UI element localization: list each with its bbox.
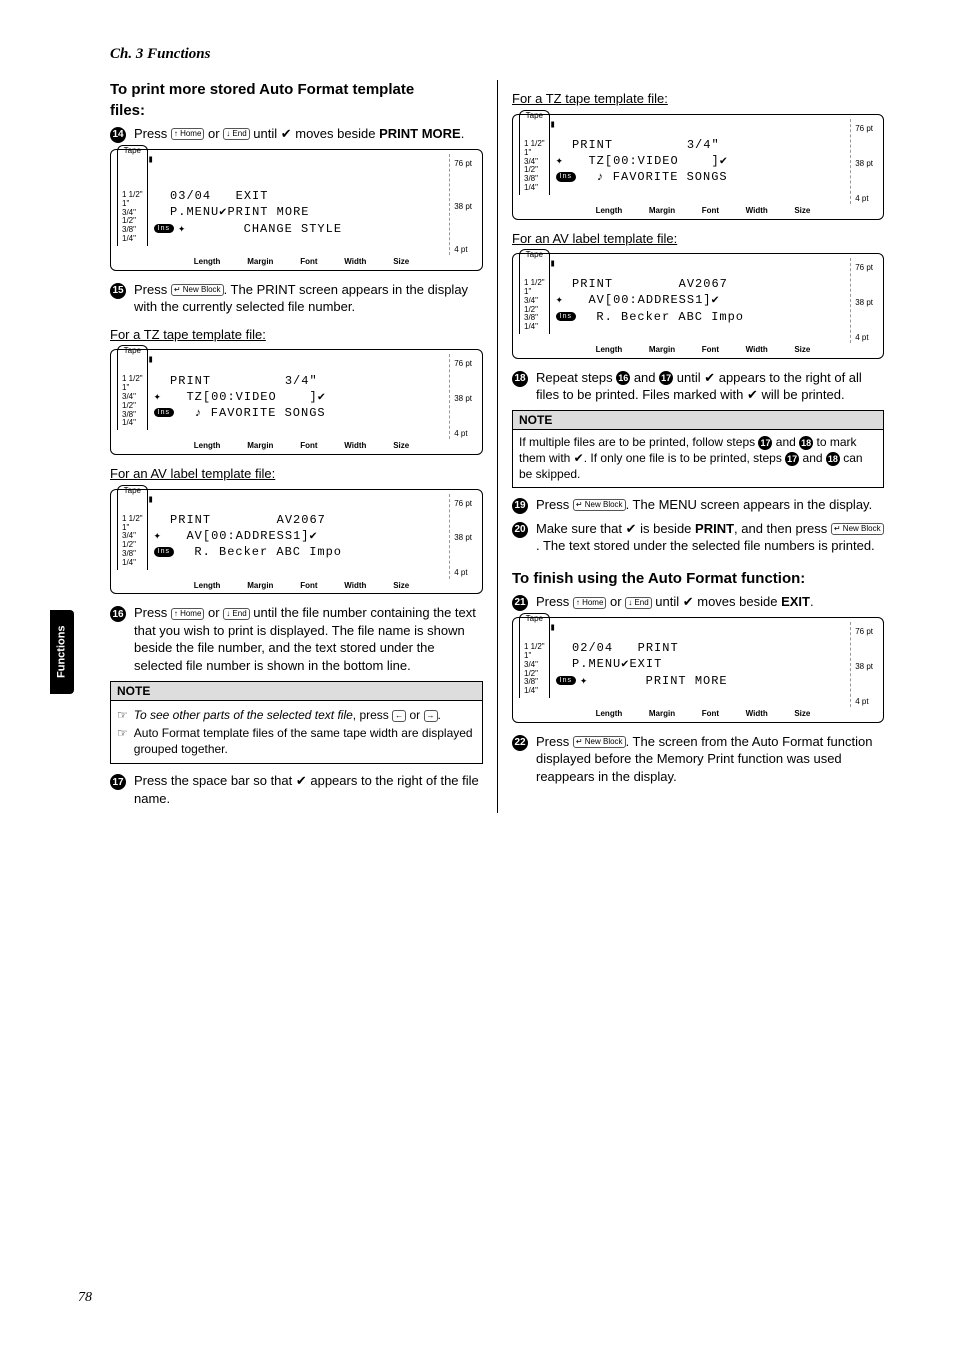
step-21-num: 21 [512,595,528,611]
step-19-text: Press ↵ New Block. The MENU screen appea… [536,496,872,514]
step-20-text: Make sure that ✔ is beside PRINT, and th… [536,520,884,555]
chapter-header: Ch. 3 Functions [110,44,884,64]
return-key-icon: ↵ New Block [573,499,626,511]
step-17-text: Press the space bar so that ✔ appears to… [134,772,483,807]
home-key-icon: ↑ Home [171,608,205,620]
subhead-av: For an AV label template file: [110,465,483,483]
step-22-text: Press ↵ New Block. The screen from the A… [536,733,884,786]
lcd-screen-tz: Tape1 1/2"1"3/4"1/2"3/8"1/4" ▮ PRINT 3/4… [110,349,483,455]
end-key-icon: ↓ End [223,608,249,620]
side-tab: Functions [50,610,74,694]
step-16-text: Press ↑ Home or ↓ End until the file num… [134,604,483,674]
lcd-screen-print-more: Tape 1 1/2"1"3/4" 1/2"3/8"1/4" ▮ 03/04 E… [110,149,483,271]
step-15-num: 15 [110,283,126,299]
page-number: 78 [78,1289,92,1308]
subhead-av-right: For an AV label template file: [512,230,884,248]
note-body: ☞ To see other parts of the selected tex… [110,701,483,765]
note-header-right: NOTE [512,410,884,430]
section-title-finish: To finish using the Auto Format function… [512,569,884,589]
pointer-icon: ☞ [117,725,128,757]
step-18-text: Repeat steps 16 and 17 until ✔ appears t… [536,369,884,404]
section-title-print-more: To print more stored Auto Format templat… [110,80,483,121]
return-key-icon: ↵ New Block [171,284,224,296]
right-key-icon: → [424,710,438,722]
lcd-screen-exit: Tape1 1/2"1"3/4"1/2"3/8"1/4" ▮ 02/04 PRI… [512,617,884,723]
step-14-text: Press ↑ Home or ↓ End until ✔ moves besi… [134,125,464,143]
end-key-icon: ↓ End [625,597,651,609]
pointer-icon: ☞ [117,707,128,723]
return-key-icon: ↵ New Block [573,736,626,748]
lcd-screen-av: Tape1 1/2"1"3/4"1/2"3/8"1/4" ▮ PRINT AV2… [110,489,483,595]
step-14-num: 14 [110,127,126,143]
subhead-tz: For a TZ tape template file: [110,326,483,344]
end-key-icon: ↓ End [223,128,249,140]
lcd-screen-tz-right: Tape1 1/2"1"3/4"1/2"3/8"1/4" ▮ PRINT 3/4… [512,114,884,220]
step-22-num: 22 [512,735,528,751]
step-15-text: Press ↵ New Block. The PRINT screen appe… [134,281,483,316]
return-key-icon: ↵ New Block [831,523,884,535]
home-key-icon: ↑ Home [171,128,205,140]
step-21-text: Press ↑ Home or ↓ End until ✔ moves besi… [536,593,814,611]
ins-badge: Ins [154,224,174,233]
left-key-icon: ← [392,710,406,722]
step-17-num: 17 [110,774,126,790]
home-key-icon: ↑ Home [573,597,607,609]
step-16-num: 16 [110,606,126,622]
subhead-tz-right: For a TZ tape template file: [512,90,884,108]
step-18-num: 18 [512,371,528,387]
step-20-num: 20 [512,522,528,538]
lcd-screen-av-right: Tape1 1/2"1"3/4"1/2"3/8"1/4" ▮ PRINT AV2… [512,253,884,359]
note-header: NOTE [110,681,483,701]
note-body-right: If multiple files are to be printed, fol… [512,430,884,488]
step-19-num: 19 [512,498,528,514]
